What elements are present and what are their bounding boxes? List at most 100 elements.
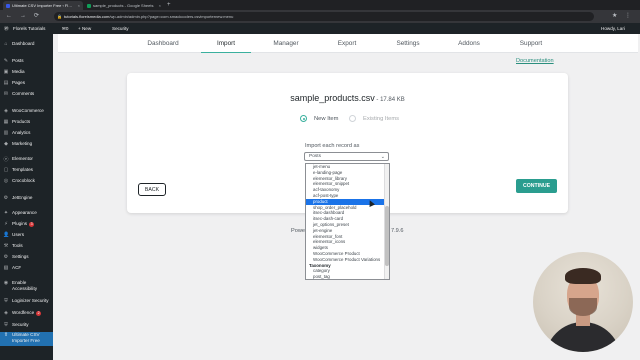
csv-importer-icon: ⇪ bbox=[3, 332, 9, 338]
tab-support[interactable]: Support bbox=[508, 34, 554, 53]
radio-new-item[interactable]: New Item bbox=[300, 115, 339, 122]
wp-admin-bar: Ⓦ Florels Tutorials ✉ 0 + New Security H… bbox=[0, 23, 640, 34]
sidebar-item-label: Dashboard bbox=[12, 41, 35, 46]
close-tab-icon[interactable]: × bbox=[159, 1, 161, 10]
reload-icon[interactable]: ⟳ bbox=[34, 12, 39, 21]
tab-export[interactable]: Export bbox=[324, 34, 370, 53]
radio-label: Existing Items bbox=[363, 116, 400, 122]
admin-bar-greeting[interactable]: Howdy, Lari bbox=[601, 23, 625, 34]
plugins-icon: ⚡ bbox=[4, 221, 8, 227]
sidebar-item-label: Wordfence 2 bbox=[12, 310, 42, 316]
sidebar-item-text: Wordfence bbox=[12, 310, 35, 315]
back-arrow-icon[interactable]: ← bbox=[6, 12, 12, 21]
admin-bar-comments[interactable]: ✉ 0 bbox=[62, 23, 69, 34]
browser-menu-icon[interactable]: ★ ⋮ bbox=[612, 12, 634, 21]
dropdown-scrollbar[interactable] bbox=[384, 164, 389, 279]
radio-label: New Item bbox=[314, 116, 339, 122]
back-button[interactable]: BACK bbox=[138, 183, 166, 196]
sidebar-item-label: ACF bbox=[12, 265, 22, 270]
loginizer-icon: ⛨ bbox=[4, 298, 8, 304]
settings-icon: ⚙ bbox=[3, 254, 9, 260]
plugin-nav-tabs: Dashboard Import Manager Export Settings… bbox=[58, 34, 638, 53]
tab-import[interactable]: Import bbox=[201, 34, 251, 53]
documentation-link[interactable]: Documentation bbox=[516, 58, 554, 64]
tab-settings[interactable]: Settings bbox=[385, 34, 431, 53]
sidebar-item-label: Posts bbox=[12, 58, 24, 63]
sidebar-item-label: Security bbox=[12, 322, 29, 327]
browser-tab-csv-importer[interactable]: Ultimate CSV Importer Free ‹ Fl… × bbox=[3, 1, 83, 10]
powered-by-text: Powe bbox=[291, 228, 305, 234]
jetengine-icon: ⚙ bbox=[3, 195, 9, 201]
tab-dashboard[interactable]: Dashboard bbox=[140, 34, 186, 53]
sidebar-item-label: Marketing bbox=[12, 141, 33, 146]
admin-sidebar: ⌂ Dashboard ✎ Posts ▣ Media ▤ Pages ✉ Co… bbox=[0, 34, 53, 360]
products-icon: ▦ bbox=[3, 119, 9, 125]
sidebar-item-label: Ultimate CSV Importer Free bbox=[12, 332, 40, 343]
webcam-overlay bbox=[533, 252, 633, 352]
import-as-label: Import each record as bbox=[305, 143, 360, 149]
chevron-down-icon: ⌄ bbox=[380, 154, 385, 160]
sidebar-item-label: Products bbox=[12, 119, 31, 124]
pages-icon: ▤ bbox=[3, 80, 9, 86]
browser-tab-google-sheets[interactable]: sample_products - Google Sheets × bbox=[84, 1, 164, 10]
sidebar-item-label: Comments bbox=[12, 91, 35, 96]
admin-bar-security[interactable]: Security bbox=[112, 23, 129, 34]
url-host: tutorials.florelsmedia.com bbox=[64, 14, 110, 19]
scrollbar-thumb[interactable] bbox=[384, 206, 389, 266]
radio-selected-icon bbox=[300, 115, 307, 122]
acf-icon: ▧ bbox=[3, 265, 9, 271]
wordfence-icon: ◈ bbox=[4, 310, 8, 316]
sidebar-item-ultimate-csv-importer[interactable]: ⇪ Ultimate CSV Importer Free bbox=[0, 332, 53, 346]
sidebar-item-label: Analytics bbox=[12, 130, 31, 135]
security-icon: ⛨ bbox=[4, 322, 8, 328]
media-icon: ▣ bbox=[3, 69, 9, 75]
tab-title: Ultimate CSV Importer Free ‹ Fl… bbox=[12, 3, 73, 8]
import-type-select[interactable]: Posts ⌄ bbox=[304, 152, 389, 161]
new-tab-button[interactable]: + bbox=[167, 0, 171, 10]
comments-icon: ✉ bbox=[3, 91, 9, 97]
accessibility-icon: ◉ bbox=[3, 280, 9, 286]
url-path: /wp-admin/admin.php?page=com.smackcoders… bbox=[109, 14, 234, 19]
version-text: 7.9.6 bbox=[391, 228, 404, 234]
browser-tab-bar: Ultimate CSV Importer Free ‹ Fl… × sampl… bbox=[0, 0, 640, 10]
continue-button[interactable]: CONTINUE bbox=[516, 179, 557, 193]
wordpress-favicon-icon bbox=[6, 3, 10, 8]
tab-addons[interactable]: Addons bbox=[446, 34, 492, 53]
tab-title: sample_products - Google Sheets bbox=[93, 3, 154, 8]
close-tab-icon[interactable]: × bbox=[78, 1, 80, 10]
woocommerce-icon: ◈ bbox=[4, 108, 8, 114]
notification-badge: 2 bbox=[36, 311, 42, 316]
sidebar-item-label: Settings bbox=[12, 254, 29, 259]
browser-toolbar: ← → ⟳ 🔒 tutorials.florelsmedia.com/wp-ad… bbox=[0, 10, 640, 23]
file-size: - 17.84 KB bbox=[374, 97, 405, 103]
posts-icon: ✎ bbox=[3, 58, 9, 64]
crocoblock-icon: ◎ bbox=[3, 178, 9, 184]
radio-existing-items[interactable]: Existing Items bbox=[349, 115, 400, 122]
webcam-person-body bbox=[545, 322, 621, 352]
sidebar-item-label: Elementor bbox=[12, 156, 33, 161]
file-name: sample_products.csv bbox=[290, 93, 375, 103]
marketing-icon: ◆ bbox=[4, 141, 8, 147]
comments-count: 0 bbox=[65, 26, 69, 31]
address-bar[interactable]: 🔒 tutorials.florelsmedia.com/wp-admin/ad… bbox=[54, 12, 594, 21]
sidebar-item-label: WooCommerce bbox=[12, 108, 44, 113]
users-icon: 👤 bbox=[3, 232, 10, 238]
dashboard-icon: ⌂ bbox=[4, 41, 8, 47]
appearance-icon: ✦ bbox=[3, 210, 9, 216]
admin-bar-site-name[interactable]: Florels Tutorials bbox=[13, 23, 45, 34]
sidebar-item-label: Tools bbox=[12, 243, 23, 248]
tab-manager[interactable]: Manager bbox=[263, 34, 309, 53]
sidebar-item-label: Templates bbox=[12, 167, 33, 172]
dropdown-option[interactable]: post_tag bbox=[306, 274, 386, 279]
sheets-favicon-icon bbox=[87, 3, 91, 8]
sidebar-item-label: Appearance bbox=[12, 210, 37, 215]
forward-arrow-icon[interactable]: → bbox=[20, 12, 26, 21]
sidebar-item-label: Media bbox=[12, 69, 25, 74]
screen: Ultimate CSV Importer Free ‹ Fl… × sampl… bbox=[0, 0, 640, 360]
webcam-person-hair bbox=[565, 268, 601, 284]
admin-bar-new[interactable]: + New bbox=[78, 23, 91, 34]
sidebar-item-label: JetEngine bbox=[12, 195, 33, 200]
sidebar-item-enable-accessibility[interactable]: ◉ Enable Accessibility bbox=[0, 280, 53, 294]
wordpress-logo-icon[interactable]: Ⓦ bbox=[4, 23, 9, 34]
sidebar-item-text: Plugins bbox=[12, 221, 28, 226]
